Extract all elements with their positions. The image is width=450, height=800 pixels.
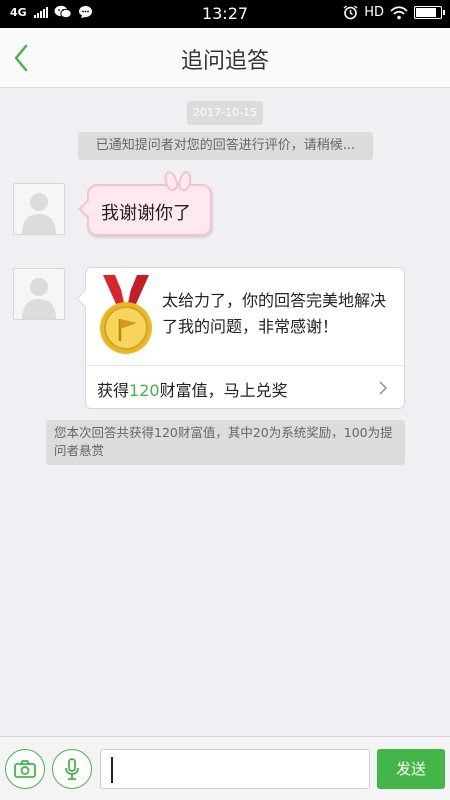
back-button[interactable] xyxy=(10,42,40,74)
message-bubble-pink[interactable]: 我谢谢你了 xyxy=(87,169,212,236)
send-button[interactable]: 发送 xyxy=(377,749,445,789)
date-separator: 2017-10-15 xyxy=(187,101,263,125)
redeem-link[interactable]: 获得120财富值，马上兑奖 xyxy=(86,366,404,409)
avatar[interactable] xyxy=(13,268,65,320)
status-bar: 4G 13:27 HD xyxy=(0,0,450,28)
reward-amount: 120 xyxy=(129,381,160,400)
avatar[interactable] xyxy=(13,183,65,235)
bunny-ear-decoration xyxy=(176,169,194,193)
text-cursor xyxy=(111,757,113,783)
reward-message-card[interactable]: 太给力了，你的回答完美地解决了我的问题，非常感谢！ 获得120财富值，马上兑奖 xyxy=(85,267,405,409)
page-title: 追问追答 xyxy=(180,49,269,74)
wifi-icon xyxy=(390,5,408,19)
camera-icon xyxy=(14,760,36,778)
input-bar: 发送 xyxy=(0,736,450,800)
nav-header: 追问追答 xyxy=(0,28,450,88)
user-silhouette-icon xyxy=(14,184,64,234)
redeem-text: 获得120财富值，马上兑奖 xyxy=(97,377,288,401)
microphone-icon xyxy=(65,758,79,780)
hd-indicator: HD xyxy=(364,5,384,20)
bunny-ear-decoration xyxy=(162,169,180,193)
alarm-icon xyxy=(343,5,358,20)
redeem-prefix: 获得 xyxy=(97,381,130,400)
battery-icon xyxy=(414,6,445,19)
reward-notice: 您本次回答共获得120财富值，其中20为系统奖励，100为提问者悬赏 xyxy=(46,420,405,465)
user-silhouette-icon xyxy=(14,269,64,319)
system-notice: 已通知提问者对您的回答进行评价，请稍候... xyxy=(78,132,373,160)
message-text: 我谢谢你了 xyxy=(101,203,191,224)
message-input[interactable] xyxy=(100,749,370,789)
card-message: 太给力了，你的回答完美地解决了我的问题，非常感谢！ xyxy=(162,291,387,336)
chevron-left-icon xyxy=(14,44,28,72)
status-right: HD xyxy=(343,5,445,20)
chevron-right-icon xyxy=(379,381,388,395)
gold-medal-icon xyxy=(100,275,152,354)
camera-button[interactable] xyxy=(5,749,45,789)
redeem-suffix: 财富值，马上兑奖 xyxy=(159,381,288,400)
voice-button[interactable] xyxy=(52,749,92,789)
